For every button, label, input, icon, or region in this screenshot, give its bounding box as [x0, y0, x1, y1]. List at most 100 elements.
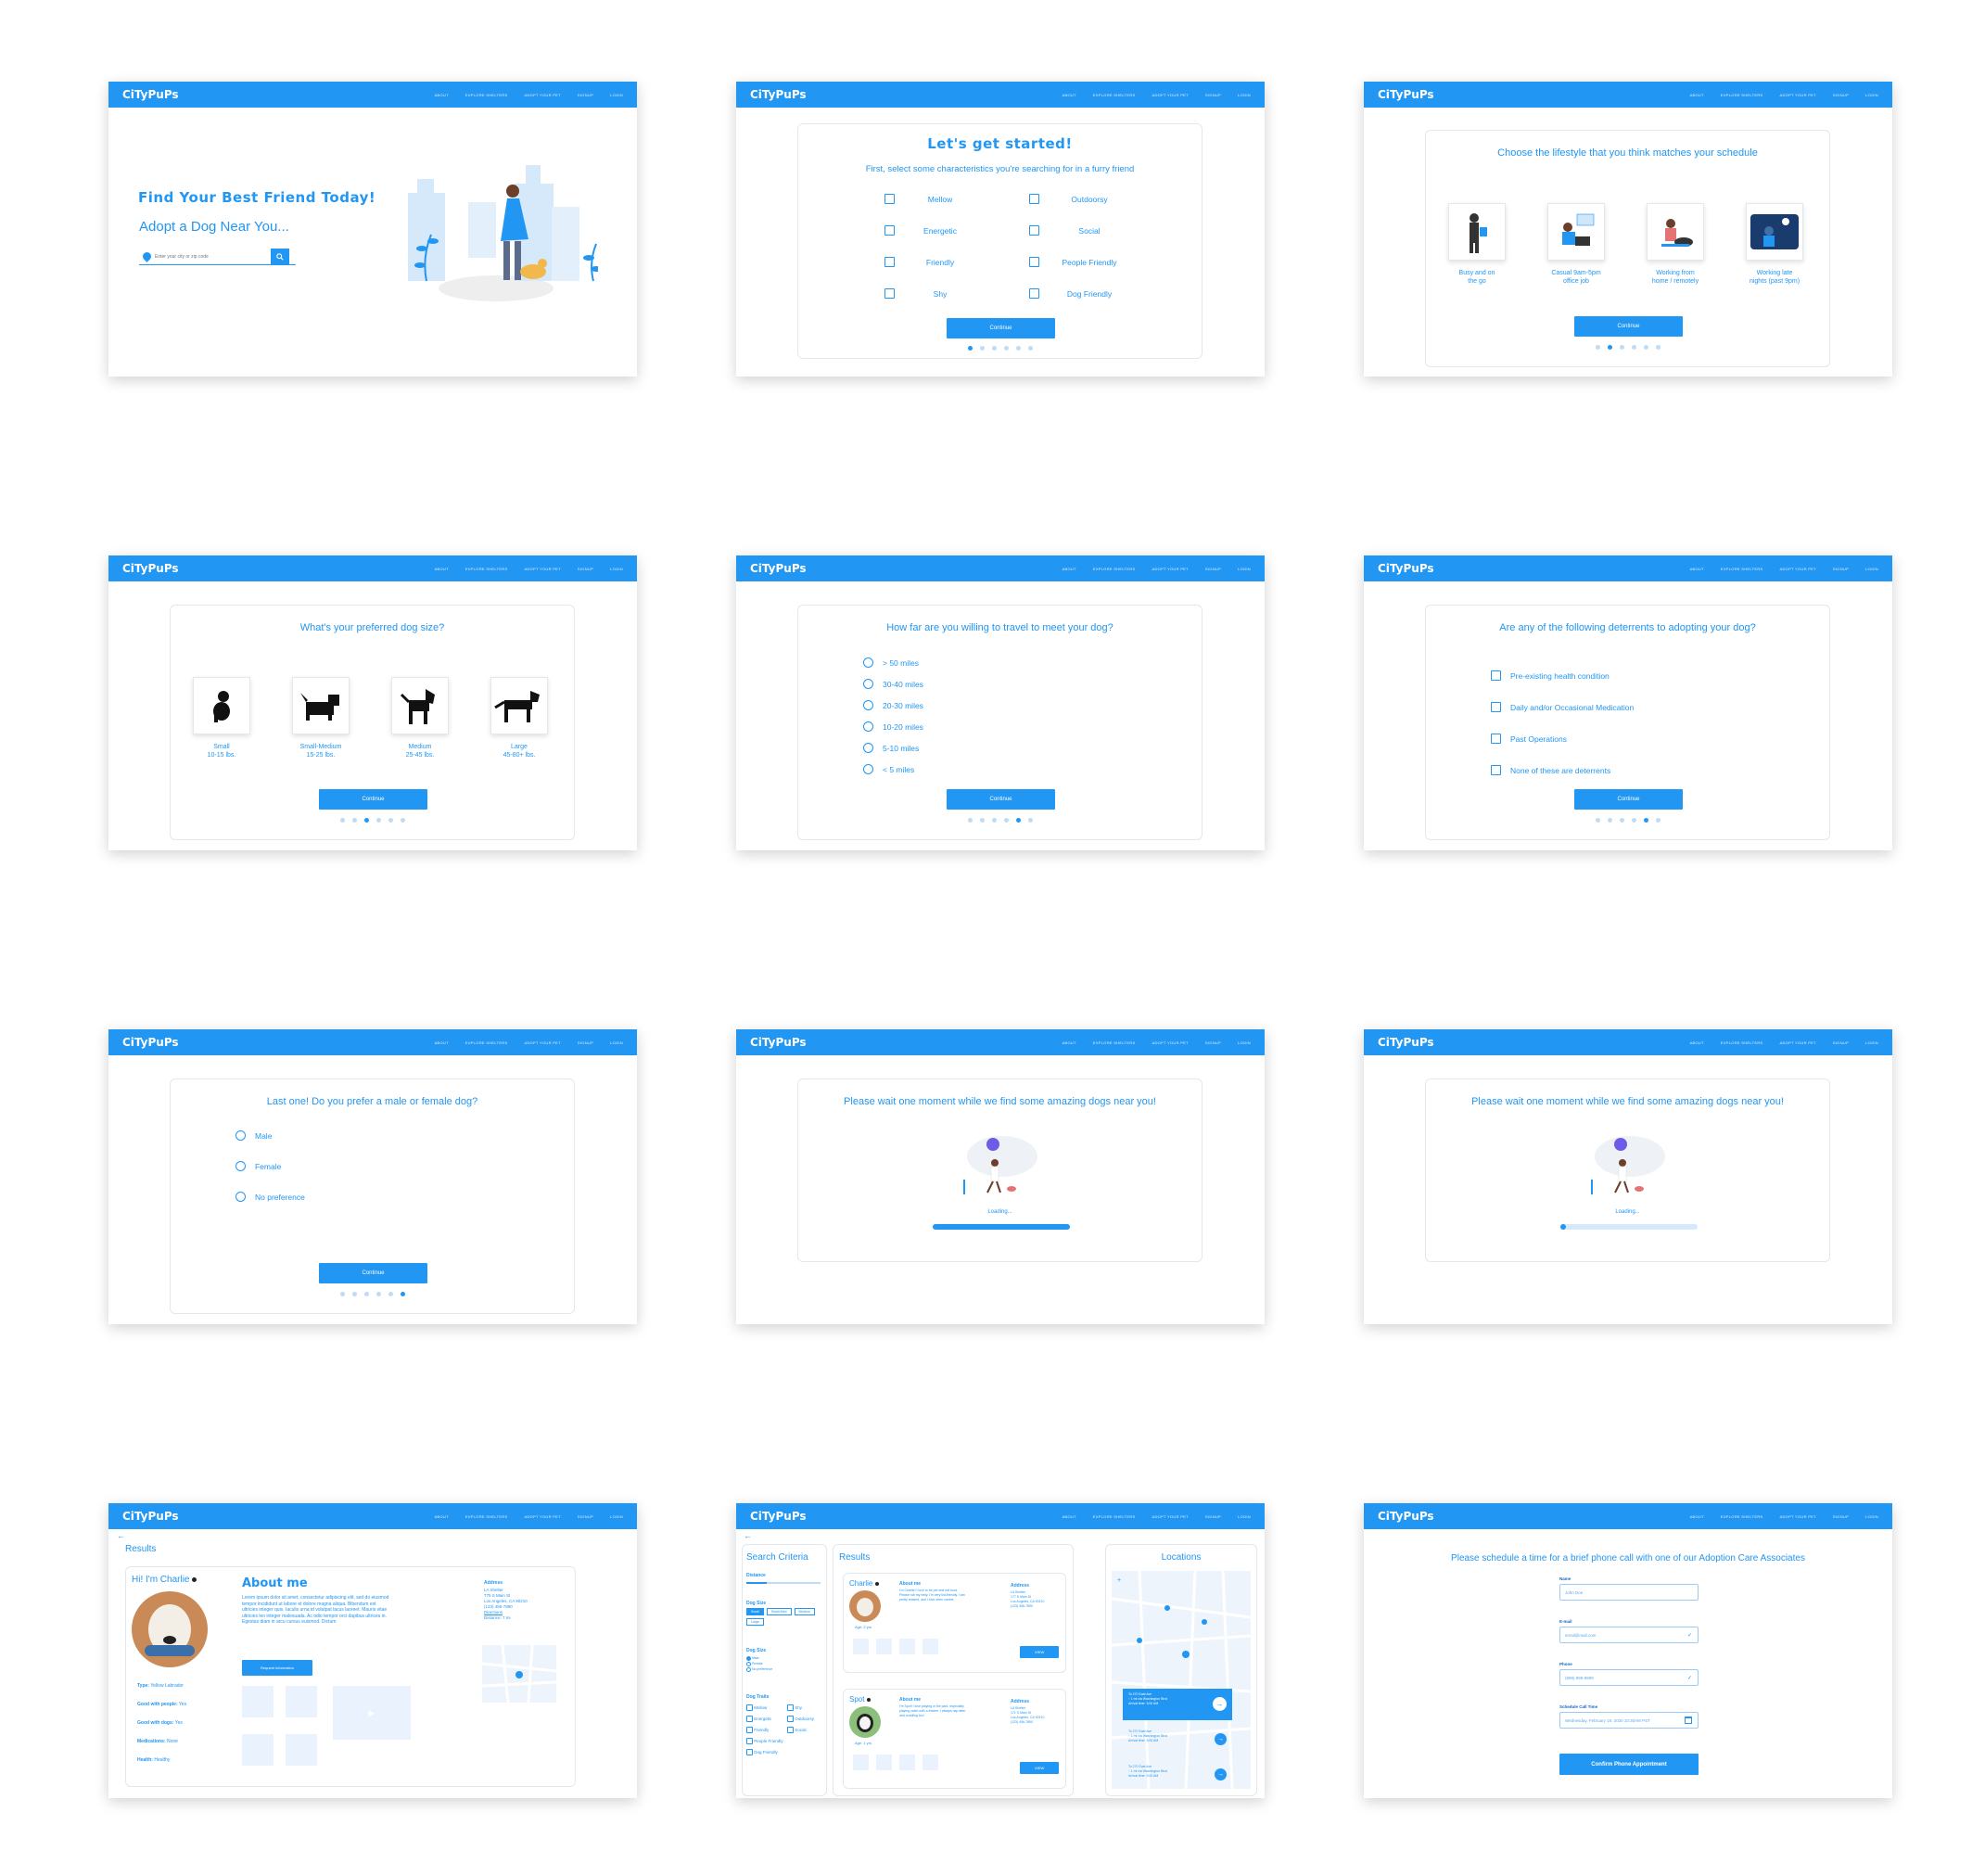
nav-link-login[interactable]: LOGIN	[1238, 567, 1251, 571]
nav-link-shelters[interactable]: EXPLORE SHELTERS	[465, 1514, 508, 1519]
nav-link-adopt[interactable]: ADOPT YOUR PET	[1780, 567, 1816, 571]
step-dot[interactable]	[351, 818, 357, 823]
nav-link-signup[interactable]: SIGNUP	[1205, 1040, 1221, 1045]
size-chip[interactable]: Medium	[794, 1608, 815, 1615]
locations-map[interactable]: +	[1112, 1571, 1251, 1789]
step-dot[interactable]	[388, 818, 393, 823]
nav-link-login[interactable]: LOGIN	[1238, 1040, 1251, 1045]
trait-option[interactable]: Friendly	[746, 1725, 783, 1736]
step-dot[interactable]	[991, 346, 997, 351]
back-arrow-icon[interactable]: ←	[117, 1531, 125, 1540]
radio-20-30[interactable]: 20-30 miles	[863, 700, 923, 710]
distance-slider[interactable]	[746, 1582, 821, 1584]
logo[interactable]: CiTyPuPs	[122, 1510, 179, 1523]
checkbox-past-operations[interactable]: Past Operations	[1491, 734, 1567, 744]
size-chip[interactable]: Small-Med	[766, 1608, 792, 1615]
nav-link-about[interactable]: ABOUT	[1062, 567, 1076, 571]
nav-link-adopt[interactable]: ADOPT YOUR PET	[1780, 1040, 1816, 1045]
checkbox-dog-friendly[interactable]: Dog Friendly	[1029, 288, 1126, 299]
radio-over-50[interactable]: > 50 miles	[863, 657, 919, 668]
nav-link-adopt[interactable]: ADOPT YOUR PET	[1780, 93, 1816, 97]
continue-button[interactable]: Continue	[319, 789, 427, 810]
photo-thumbnail[interactable]	[853, 1639, 869, 1654]
route-card[interactable]: To 270 East Ave ↑ 1 mi via Washington Blv…	[1123, 1726, 1232, 1755]
nav-link-shelters[interactable]: EXPLORE SHELTERS	[465, 1040, 508, 1045]
continue-button[interactable]: Continue	[319, 1263, 427, 1283]
confirm-appointment-button[interactable]: Confirm Phone Appointment	[1559, 1754, 1699, 1775]
radio-30-40[interactable]: 30-40 miles	[863, 679, 923, 689]
lifestyle-option-remote[interactable]	[1647, 203, 1704, 261]
view-button[interactable]: VIEW	[1020, 1646, 1059, 1658]
checkbox-box[interactable]	[1029, 288, 1039, 299]
checkbox-shy[interactable]: Shy	[884, 288, 973, 299]
step-dot[interactable]	[1595, 818, 1600, 823]
calendar-icon[interactable]	[1685, 1716, 1692, 1724]
size-chip[interactable]: Small	[746, 1608, 764, 1615]
dog-result-card[interactable]: Spot Age: 1 yrs About me I'm Spot! I lov…	[843, 1689, 1066, 1789]
step-dot[interactable]	[1655, 818, 1661, 823]
nav-link-about[interactable]: ABOUT	[1062, 1514, 1076, 1519]
back-results-link[interactable]: Results	[125, 1544, 156, 1554]
nav-link-shelters[interactable]: EXPLORE SHELTERS	[1721, 1514, 1763, 1519]
nav-link-adopt[interactable]: ADOPT YOUR PET	[525, 1514, 561, 1519]
view-button[interactable]: VIEW	[1020, 1762, 1059, 1774]
photo-thumbnail[interactable]	[242, 1734, 274, 1766]
size-option-medium[interactable]	[391, 677, 449, 734]
logo[interactable]: CiTyPuPs	[750, 562, 807, 575]
nav-link-shelters[interactable]: EXPLORE SHELTERS	[1721, 567, 1763, 571]
checkbox-box[interactable]	[884, 257, 895, 267]
checkbox-social[interactable]: Social	[1029, 225, 1126, 236]
trait-option[interactable]: Energetic	[746, 1714, 783, 1725]
trait-option[interactable]: Social	[787, 1725, 814, 1736]
step-dot[interactable]	[1607, 818, 1612, 823]
logo[interactable]: CiTyPuPs	[1378, 88, 1434, 101]
step-dot[interactable]	[388, 1292, 393, 1296]
step-dot[interactable]	[1003, 818, 1009, 823]
radio-circle[interactable]	[235, 1161, 246, 1171]
nav-link-signup[interactable]: SIGNUP	[1833, 567, 1849, 571]
route-go-icon[interactable]: →	[1215, 1768, 1227, 1780]
step-dot[interactable]	[400, 818, 405, 823]
checkbox-people-friendly[interactable]: People Friendly	[1029, 257, 1126, 267]
checkbox-outdoorsy[interactable]: Outdoorsy	[1029, 194, 1126, 204]
radio-circle[interactable]	[863, 700, 873, 710]
nav-link-about[interactable]: ABOUT	[435, 93, 449, 97]
lifestyle-option-office[interactable]	[1547, 203, 1605, 261]
logo[interactable]: CiTyPuPs	[1378, 562, 1434, 575]
nav-link-signup[interactable]: SIGNUP	[1205, 567, 1221, 571]
radio-10-20[interactable]: 10-20 miles	[863, 721, 923, 732]
logo[interactable]: CiTyPuPs	[122, 562, 179, 575]
nav-link-adopt[interactable]: ADOPT YOUR PET	[525, 1040, 561, 1045]
step-dot[interactable]	[979, 818, 985, 823]
lifestyle-option-busy[interactable]	[1448, 203, 1506, 261]
trait-option[interactable]: Outdoorsy	[787, 1714, 814, 1725]
step-dot[interactable]	[967, 346, 973, 351]
trait-option[interactable]: Mellow	[746, 1703, 783, 1714]
search-input[interactable]	[155, 253, 271, 260]
checkbox-box[interactable]	[1491, 734, 1501, 744]
nav-link-adopt[interactable]: ADOPT YOUR PET	[525, 93, 561, 97]
mini-map[interactable]	[482, 1645, 556, 1703]
checkbox-box[interactable]	[884, 194, 895, 204]
nav-link-about[interactable]: ABOUT	[435, 1514, 449, 1519]
search-button[interactable]	[271, 248, 289, 265]
step-dot[interactable]	[375, 1292, 381, 1296]
nav-link-shelters[interactable]: EXPLORE SHELTERS	[1093, 1514, 1136, 1519]
nav-link-about[interactable]: ABOUT	[1690, 1514, 1704, 1519]
logo[interactable]: CiTyPuPs	[122, 1036, 179, 1049]
radio-circle[interactable]	[863, 679, 873, 689]
nav-link-signup[interactable]: SIGNUP	[1205, 1514, 1221, 1519]
nav-link-login[interactable]: LOGIN	[610, 93, 623, 97]
checkbox-friendly[interactable]: Friendly	[884, 257, 973, 267]
route-go-icon[interactable]: →	[1213, 1697, 1227, 1711]
phone-field[interactable]: (999) 999-9999 ✓	[1559, 1669, 1699, 1686]
checkbox-box[interactable]	[1029, 225, 1039, 236]
checkbox-medication[interactable]: Daily and/or Occasional Medication	[1491, 702, 1634, 712]
step-dot[interactable]	[1607, 345, 1612, 350]
nav-link-signup[interactable]: SIGNUP	[578, 1040, 593, 1045]
step-dot[interactable]	[979, 346, 985, 351]
photo-thumbnail[interactable]	[876, 1639, 892, 1654]
continue-button[interactable]: Continue	[947, 318, 1055, 338]
radio-no-preference[interactable]: No preference	[235, 1192, 305, 1202]
nav-link-about[interactable]: ABOUT	[1690, 93, 1704, 97]
